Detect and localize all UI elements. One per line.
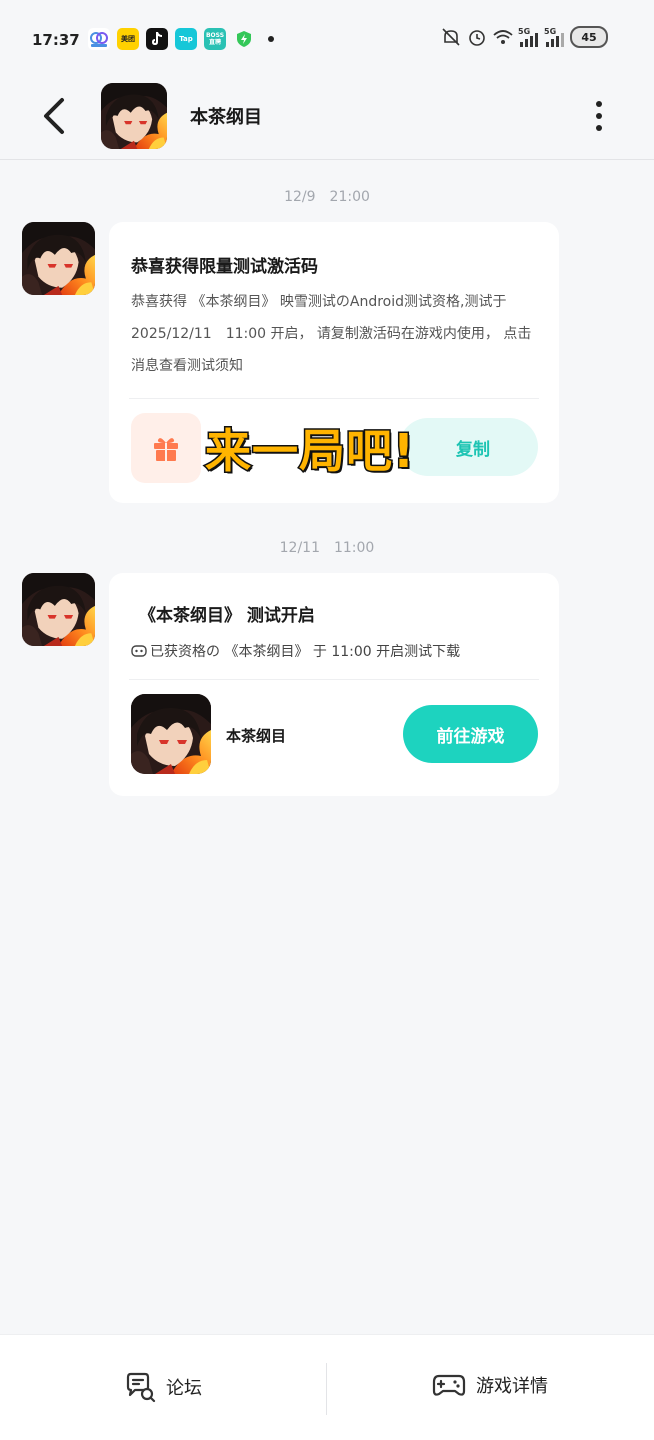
copy-button[interactable]: 复制 xyxy=(399,418,538,476)
notification-icons: 美团 Tap BOSS 直聘 xyxy=(88,28,274,50)
status-time: 17:37 xyxy=(32,31,80,49)
taptap-icon: Tap xyxy=(175,28,197,50)
signal-5g-icon-2: 5G xyxy=(544,27,564,47)
game-details-button[interactable]: 游戏详情 xyxy=(432,1371,548,1399)
go-to-game-button[interactable]: 前往游戏 xyxy=(403,705,538,763)
svg-text:5G: 5G xyxy=(544,27,556,36)
controller-small-icon xyxy=(131,645,147,657)
message-title: 恭喜获得限量测试激活码 xyxy=(131,257,318,277)
system-icons: 5G 5G 45 xyxy=(440,26,608,48)
message-subtitle: 已获资格の 《本茶纲目》 于 11:00 开启测试下载 xyxy=(131,641,460,661)
back-button[interactable] xyxy=(30,92,78,140)
message-body: 恭喜获得 《本茶纲目》 映雪测试のAndroid测试资格,测试于 2025/12… xyxy=(131,294,532,374)
shield-icon xyxy=(233,28,255,50)
test-open-card[interactable]: 《本茶纲目》 测试开启 已获资格の 《本茶纲目》 于 11:00 开启测试下载 … xyxy=(109,573,559,796)
gamepad-icon xyxy=(432,1374,466,1396)
battery-indicator: 45 xyxy=(570,26,608,48)
bottom-bar: 论坛 游戏详情 xyxy=(0,1334,654,1440)
message-title: 《本茶纲目》 测试开启 xyxy=(139,606,315,626)
silent-icon xyxy=(442,28,460,46)
sender-avatar[interactable] xyxy=(22,573,95,646)
svg-text:5G: 5G xyxy=(518,27,530,36)
chat-header: 本茶纲目 xyxy=(0,80,654,160)
status-bar: 17:37 美团 Tap BOSS 直聘 5G 5G 45 xyxy=(0,0,654,80)
sender-avatar[interactable] xyxy=(22,222,95,295)
game-character-image xyxy=(131,694,211,774)
game-name: 本茶纲目 xyxy=(226,727,287,745)
message-timestamp: 12/11 11:00 xyxy=(279,540,375,556)
game-character-image xyxy=(22,222,95,295)
forum-button[interactable]: 论坛 xyxy=(124,1371,202,1403)
app-notify-icon xyxy=(88,28,110,50)
divider xyxy=(129,398,539,399)
divider xyxy=(129,679,539,680)
message-timestamp: 12/9 21:00 xyxy=(284,189,370,205)
wifi-icon xyxy=(493,30,513,44)
game-character-image xyxy=(101,83,167,149)
game-details-label: 游戏详情 xyxy=(476,1376,548,1397)
header-avatar[interactable] xyxy=(101,83,167,149)
more-notifications-dot xyxy=(268,36,274,42)
divider xyxy=(326,1363,327,1415)
game-character-image xyxy=(22,573,95,646)
overlay-caption: 来一局吧! xyxy=(204,423,416,480)
douyin-icon xyxy=(146,28,168,50)
more-options-button[interactable] xyxy=(584,98,614,134)
gift-icon xyxy=(154,438,178,461)
meituan-icon: 美团 xyxy=(117,28,139,50)
page-title: 本茶纲目 xyxy=(190,107,262,128)
game-icon[interactable] xyxy=(131,694,211,774)
forum-label: 论坛 xyxy=(166,1378,202,1399)
signal-5g-icon: 5G xyxy=(518,27,538,47)
boss-zhipin-icon: BOSS 直聘 xyxy=(204,28,226,50)
gift-icon-box xyxy=(131,413,201,483)
alarm-icon xyxy=(469,30,485,46)
forum-icon xyxy=(126,1372,156,1403)
subtitle-text: 已获资格の 《本茶纲目》 于 11:00 开启测试下载 xyxy=(150,644,461,660)
